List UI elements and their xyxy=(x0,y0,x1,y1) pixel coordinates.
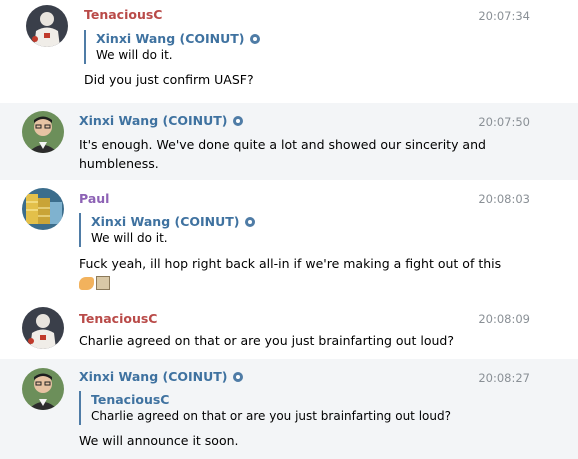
message-author[interactable]: Xinxi Wang (COINUT) xyxy=(79,369,243,384)
message-timestamp: 20:08:03 xyxy=(478,192,530,206)
message-item: Xinxi Wang (COINUT) 20:07:50 It's enough… xyxy=(0,103,578,180)
chat-history: TenaciousC 20:07:34 Xinxi Wang (COINUT) … xyxy=(0,0,578,459)
message-timestamp: 20:08:09 xyxy=(478,312,530,326)
message-item: Paul 20:08:03 Xinxi Wang (COINUT) We wil… xyxy=(0,180,578,295)
reply-text: We will do it. xyxy=(91,231,168,245)
message-text: Fuck yeah, ill hop right back all-in if … xyxy=(79,254,501,293)
reply-author: Xinxi Wang (COINUT) xyxy=(91,213,255,230)
reply-author: TenaciousC xyxy=(91,392,170,407)
message-timestamp: 20:08:27 xyxy=(478,371,530,385)
avatar-tenaciousc[interactable] xyxy=(22,307,64,349)
message-timestamp: 20:07:50 xyxy=(478,115,530,129)
avatar-xinxi-wang[interactable] xyxy=(22,368,64,410)
message-text: Charlie agreed on that or are you just b… xyxy=(79,333,454,348)
message-text-line: It's enough. We've done quite a lot and … xyxy=(79,137,486,152)
avatar-paul[interactable] xyxy=(22,188,64,230)
verified-icon xyxy=(249,34,260,44)
message-text: We will announce it soon. xyxy=(79,433,239,448)
message-author[interactable]: TenaciousC xyxy=(79,311,157,326)
reply-quote[interactable]: TenaciousC Charlie agreed on that or are… xyxy=(79,391,451,425)
reply-text: We will do it. xyxy=(96,48,173,62)
reply-quote[interactable]: Xinxi Wang (COINUT) We will do it. xyxy=(84,30,260,64)
message-item: TenaciousC 20:07:34 Xinxi Wang (COINUT) … xyxy=(0,0,578,100)
message-author[interactable]: Xinxi Wang (COINUT) xyxy=(79,113,243,128)
verified-icon xyxy=(244,217,255,227)
message-author[interactable]: TenaciousC xyxy=(84,7,162,22)
message-emojis xyxy=(79,274,501,293)
avatar-xinxi-wang[interactable] xyxy=(22,111,64,153)
reply-author: Xinxi Wang (COINUT) xyxy=(96,30,260,47)
message-text-line: Fuck yeah, ill hop right back all-in if … xyxy=(79,256,502,271)
message-text: It's enough. We've done quite a lot and … xyxy=(79,135,486,173)
message-timestamp: 20:07:34 xyxy=(478,9,530,23)
reply-quote[interactable]: Xinxi Wang (COINUT) We will do it. xyxy=(79,213,255,247)
flexed-biceps-icon xyxy=(79,277,94,290)
message-text-line: humbleness. xyxy=(79,156,159,171)
verified-icon xyxy=(232,372,243,382)
avatar-tenaciousc[interactable] xyxy=(26,5,68,47)
message-item: Xinxi Wang (COINUT) 20:08:27 TenaciousC … xyxy=(0,359,578,459)
reply-text: Charlie agreed on that or are you just b… xyxy=(91,409,451,423)
message-item: TenaciousC 20:08:09 Charlie agreed on th… xyxy=(0,297,578,357)
message-author[interactable]: Paul xyxy=(79,191,109,206)
cookie-icon xyxy=(96,276,110,290)
verified-icon xyxy=(232,116,243,126)
message-text: Did you just confirm UASF? xyxy=(84,72,254,87)
